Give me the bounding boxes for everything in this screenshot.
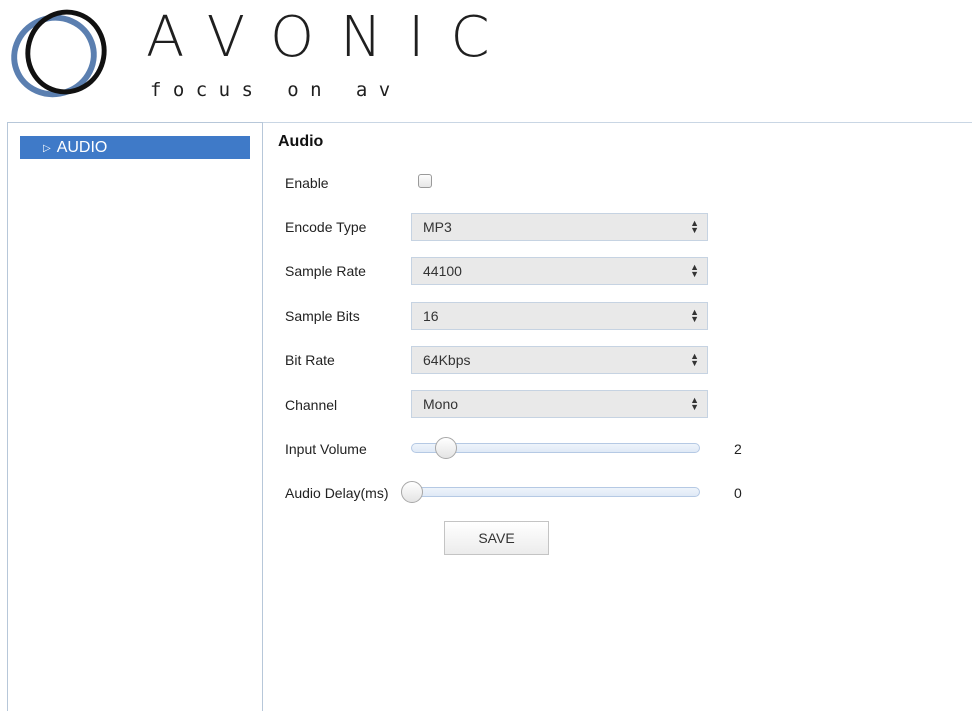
avonic-logo-icon [11, 9, 107, 98]
bit-rate-select[interactable]: 64Kbps ▲ ▼ [411, 346, 708, 374]
audio-delay-value: 0 [734, 485, 742, 501]
updown-caret-icon: ▲ ▼ [690, 307, 699, 325]
bit-rate-label: Bit Rate [285, 352, 335, 368]
input-volume-label: Input Volume [285, 441, 367, 457]
channel-label: Channel [285, 397, 338, 413]
sidebar-item-label: AUDIO [56, 139, 108, 156]
page-title: Audio [278, 133, 324, 150]
channel-value: Mono [423, 396, 459, 412]
encode-type-label: Encode Type [285, 219, 367, 235]
enable-checkbox[interactable] [418, 174, 432, 188]
encode-type-value: MP3 [423, 219, 452, 235]
input-volume-value: 2 [734, 441, 742, 457]
encode-type-select[interactable]: MP3 ▲ ▼ [411, 213, 708, 241]
updown-caret-icon: ▲ ▼ [690, 262, 699, 280]
input-volume-slider-thumb[interactable] [435, 437, 457, 459]
updown-caret-icon: ▲ ▼ [690, 351, 699, 369]
audio-delay-label: Audio Delay(ms) [285, 485, 389, 501]
sample-rate-value: 44100 [423, 263, 462, 279]
audio-delay-slider-thumb[interactable] [401, 481, 423, 503]
save-button[interactable]: SAVE [444, 521, 549, 555]
sidebar-item-audio[interactable]: ▷ AUDIO [20, 136, 250, 159]
audio-delay-slider[interactable] [405, 487, 700, 497]
triangle-right-icon: ▷ [43, 143, 51, 154]
brand-name: AVONIC [146, 5, 516, 70]
updown-caret-icon: ▲ ▼ [690, 218, 699, 236]
sample-rate-label: Sample Rate [285, 263, 366, 279]
bit-rate-value: 64Kbps [423, 352, 471, 368]
sidebar: ▷ AUDIO [7, 122, 263, 711]
sample-bits-label: Sample Bits [285, 308, 360, 324]
sample-bits-select[interactable]: 16 ▲ ▼ [411, 302, 708, 330]
channel-select[interactable]: Mono ▲ ▼ [411, 390, 708, 418]
updown-caret-icon: ▲ ▼ [690, 395, 699, 413]
enable-label: Enable [285, 175, 329, 191]
header: AVONIC f o c u s o n a v [0, 0, 972, 112]
brand-tagline: f o c u s o n a v [150, 79, 391, 101]
sample-rate-select[interactable]: 44100 ▲ ▼ [411, 257, 708, 285]
content-divider [263, 122, 972, 123]
sample-bits-value: 16 [423, 308, 439, 324]
